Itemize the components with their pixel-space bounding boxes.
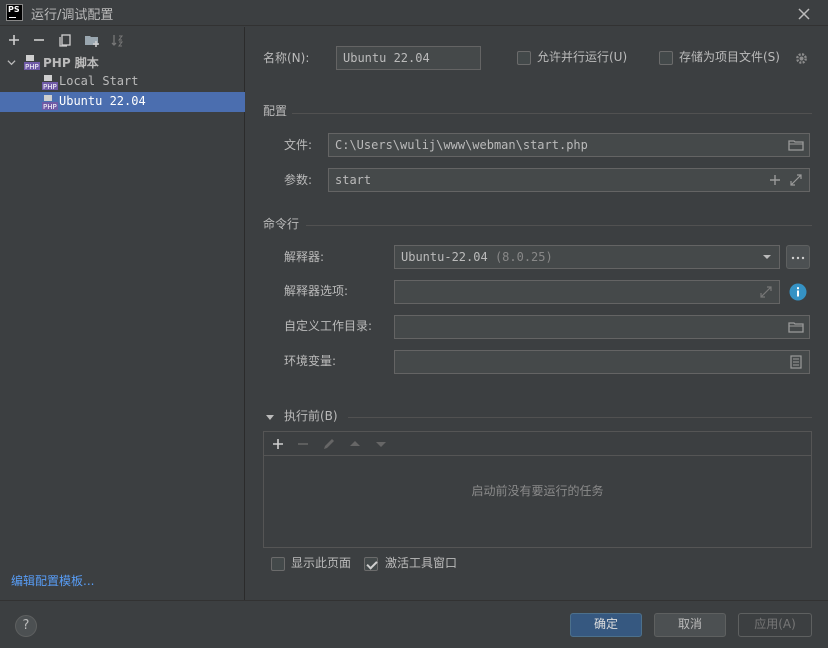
file-field[interactable]: C:\Users\wulij\www\webman\start.php (328, 133, 810, 157)
ok-button[interactable]: 确定 (570, 613, 642, 637)
before-launch-separator (348, 417, 812, 418)
remove-icon[interactable] (295, 436, 311, 452)
store-as-file-label: 存储为项目文件(S) (679, 50, 780, 64)
copy-icon[interactable] (57, 32, 73, 48)
args-value: start (335, 173, 372, 187)
edit-templates-link[interactable]: 编辑配置模板... (11, 572, 94, 589)
svg-text:PHP: PHP (43, 83, 57, 90)
collapse-triangle-icon[interactable] (265, 412, 275, 422)
title-bar: PS 运行/调试配置 (0, 0, 828, 26)
move-up-icon[interactable] (347, 436, 363, 452)
interpreter-version: (8.0.25) (494, 250, 553, 264)
show-page-checkbox[interactable] (271, 557, 285, 571)
expand-icon[interactable] (758, 284, 774, 300)
folder-icon[interactable] (788, 137, 804, 153)
file-label: 文件: (284, 138, 313, 152)
ellipsis-icon (791, 256, 805, 260)
tree-item-ubuntu[interactable]: PHP Ubuntu 22.04 (0, 92, 245, 112)
cmdline-section-separator (306, 225, 812, 226)
interpreter-options-field[interactable] (394, 280, 780, 304)
show-page-label: 显示此页面 (291, 556, 352, 570)
sort-icon[interactable] (109, 32, 125, 48)
env-vars-field[interactable] (394, 350, 810, 374)
name-label: 名称(N): (263, 51, 310, 65)
cancel-button[interactable]: 取消 (654, 613, 726, 637)
window-title: 运行/调试配置 (31, 8, 114, 23)
working-dir-field[interactable] (394, 315, 810, 339)
config-section-separator (292, 113, 812, 114)
add-icon[interactable] (767, 172, 783, 188)
chevron-down-icon[interactable] (759, 249, 775, 265)
interpreter-options-label: 解释器选项: (284, 284, 349, 298)
svg-text:PHP: PHP (43, 103, 57, 110)
file-value: C:\Users\wulij\www\webman\start.php (335, 138, 588, 152)
configurations-sidebar: PHP PHP 脚本 PHP Local Start PHP Ubuntu 22… (0, 27, 245, 600)
folder-icon[interactable] (788, 319, 804, 335)
cmdline-section-title: 命令行 (263, 217, 300, 231)
tasks-toolbar (264, 432, 811, 456)
apply-button[interactable]: 应用(A) (738, 613, 812, 637)
tree-item-local-start[interactable]: PHP Local Start (0, 72, 245, 92)
php-script-icon: PHP (24, 55, 40, 70)
empty-tasks-text: 启动前没有要运行的任务 (471, 484, 604, 498)
move-down-icon[interactable] (373, 436, 389, 452)
new-folder-icon[interactable] (84, 32, 100, 48)
tree-item-label: Local Start (59, 74, 139, 88)
expand-icon[interactable] (788, 172, 804, 188)
name-input[interactable]: Ubuntu 22.04 (336, 46, 481, 70)
php-script-icon: PHP (42, 95, 58, 110)
working-dir-label: 自定义工作目录: (284, 319, 373, 333)
tree-group-label: PHP 脚本 (43, 56, 99, 70)
info-icon[interactable] (789, 283, 807, 301)
phpstorm-logo-icon: PS (6, 4, 23, 21)
document-list-icon[interactable] (788, 354, 804, 370)
close-icon[interactable] (796, 6, 812, 22)
before-launch-tasks-panel: 启动前没有要运行的任务 (263, 431, 812, 548)
config-section-title: 配置 (263, 104, 288, 118)
add-icon[interactable] (6, 32, 22, 48)
edit-icon[interactable] (321, 436, 337, 452)
chevron-down-icon[interactable] (7, 58, 16, 67)
remove-icon[interactable] (31, 32, 47, 48)
allow-parallel-checkbox[interactable] (517, 51, 531, 65)
php-script-icon: PHP (42, 75, 58, 90)
activate-tool-window-label: 激活工具窗口 (385, 556, 458, 570)
svg-text:PHP: PHP (25, 63, 39, 70)
interpreter-select[interactable]: Ubuntu-22.04 (8.0.25) (394, 245, 780, 269)
tree-group-php-script[interactable]: PHP PHP 脚本 (0, 52, 245, 72)
help-button[interactable]: ? (15, 615, 37, 637)
args-label: 参数: (284, 173, 313, 187)
args-field[interactable]: start (328, 168, 810, 192)
interpreter-label: 解释器: (284, 250, 325, 264)
dialog-button-bar: ? 确定 取消 应用(A) (0, 600, 828, 648)
interpreter-value: Ubuntu-22.04 (401, 250, 488, 264)
allow-parallel-label: 允许并行运行(U) (537, 50, 628, 64)
store-as-file-checkbox[interactable] (659, 51, 673, 65)
tree-item-label: Ubuntu 22.04 (59, 94, 146, 108)
gear-icon[interactable] (794, 51, 809, 66)
interpreter-more-button[interactable] (786, 245, 810, 269)
activate-tool-window-checkbox[interactable] (364, 557, 378, 571)
env-vars-label: 环境变量: (284, 354, 337, 368)
before-launch-title[interactable]: 执行前(B) (284, 407, 338, 424)
add-icon[interactable] (270, 436, 286, 452)
